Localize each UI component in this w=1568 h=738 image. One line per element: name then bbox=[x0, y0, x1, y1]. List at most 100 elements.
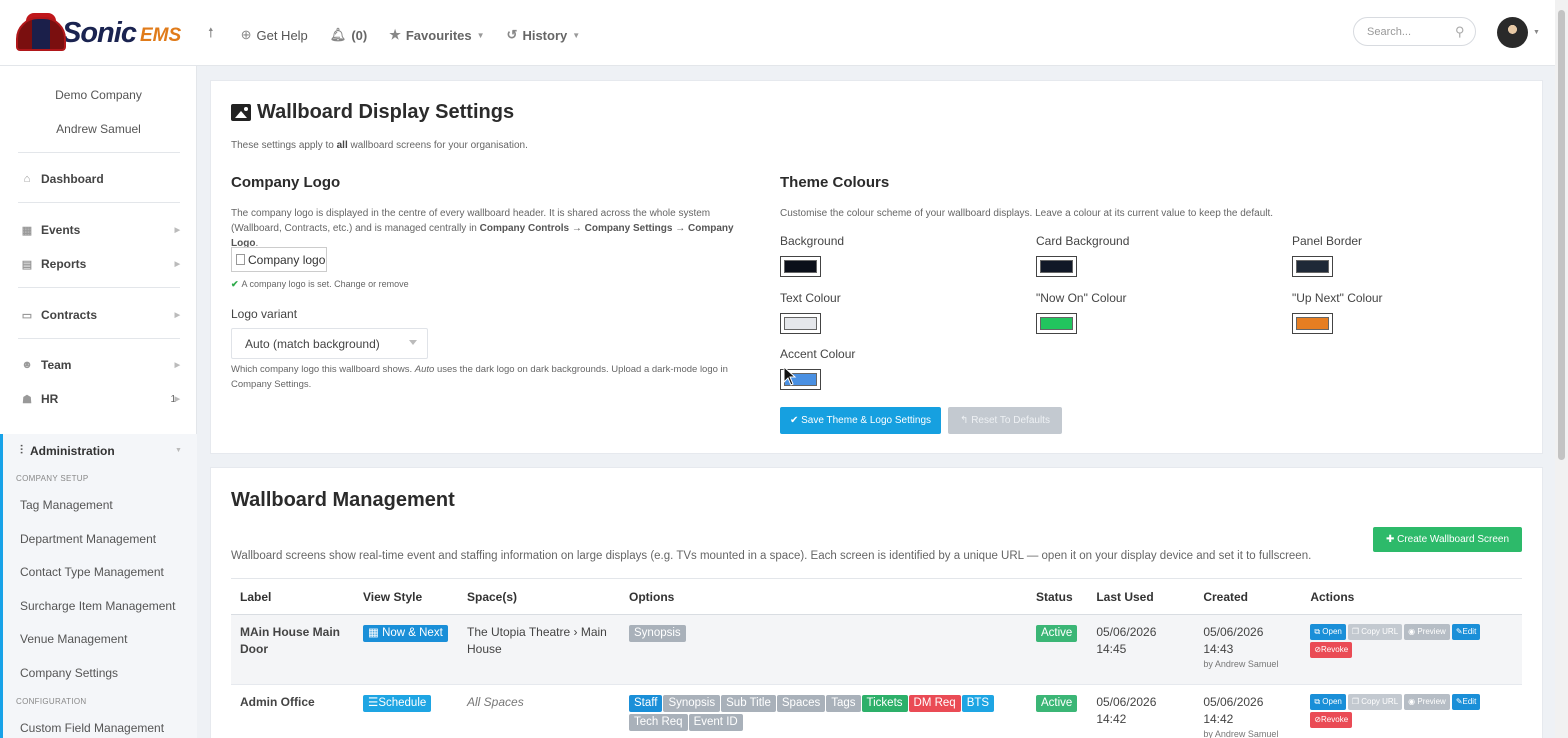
logo-suffix: EMS bbox=[139, 25, 182, 46]
logo-text: Sonic bbox=[62, 16, 137, 49]
row-actions: ⧉ Open ❐ Copy URL ◉ Preview ✎Edit ⊘Revok… bbox=[1301, 614, 1522, 685]
row-spaces: The Utopia Theatre › Main House bbox=[458, 614, 620, 685]
search-input[interactable] bbox=[1367, 25, 1455, 38]
column-header-status[interactable]: Status bbox=[1027, 578, 1088, 615]
page-scrollbar[interactable] bbox=[1555, 0, 1568, 738]
sidebar-item-contracts[interactable]: ▭ Contracts ▶ bbox=[20, 308, 180, 322]
row-view-style: ☰Schedule bbox=[354, 685, 458, 738]
panel-border-colour-label: Panel Border bbox=[1292, 234, 1363, 248]
now-on-colour-picker[interactable] bbox=[1036, 313, 1077, 334]
sidebar-item-tag-management[interactable]: Tag Management bbox=[20, 498, 113, 512]
theme-colours-description: Customise the colour scheme of your wall… bbox=[780, 208, 1274, 219]
row-status: Active bbox=[1027, 685, 1087, 738]
preview-button[interactable]: ◉ Preview bbox=[1404, 624, 1450, 640]
sidebar-item-department-management[interactable]: Department Management bbox=[20, 532, 156, 546]
sidebar-item-events[interactable]: ▦ Events ▶ bbox=[20, 223, 180, 237]
edit-button[interactable]: ✎Edit bbox=[1451, 624, 1481, 640]
theatre-curtain-logo-icon bbox=[14, 13, 68, 53]
option-tag: DM Req bbox=[908, 695, 961, 712]
sidebar-item-reports[interactable]: ▤ Reports ▶ bbox=[20, 257, 180, 271]
text-colour-label: Text Colour bbox=[780, 291, 841, 305]
broken-image-icon bbox=[236, 254, 245, 265]
sonic-ems-logo[interactable]: Sonic EMS bbox=[14, 12, 186, 54]
copy-url-button[interactable]: ❐ Copy URL bbox=[1347, 624, 1403, 640]
up-next-colour-label: "Up Next" Colour bbox=[1292, 291, 1383, 305]
eye-icon: ◉ bbox=[1408, 697, 1418, 706]
chevron-down-icon[interactable]: ▼ bbox=[175, 447, 182, 454]
search-box[interactable]: ⚲ bbox=[1353, 17, 1476, 46]
sidebar-item-team[interactable]: ☻ Team ▶ bbox=[20, 358, 180, 372]
edit-button[interactable]: ✎Edit bbox=[1451, 694, 1481, 710]
option-tag: Spaces bbox=[776, 695, 826, 712]
option-tag: Event ID bbox=[688, 714, 743, 731]
background-colour-picker[interactable] bbox=[780, 256, 821, 277]
revoke-button[interactable]: ⊘Revoke bbox=[1310, 642, 1353, 658]
chevron-down-icon[interactable]: ▼ bbox=[1533, 29, 1540, 36]
sidebar-company-name[interactable]: Demo Company bbox=[0, 88, 197, 102]
logo-status[interactable]: ✔ A company logo is set. Change or remove bbox=[231, 279, 409, 290]
text-colour-picker[interactable] bbox=[780, 313, 821, 334]
row-actions: ⧉ Open ❐ Copy URL ◉ Preview ✎Edit ⊘Revok… bbox=[1301, 685, 1522, 738]
view-style-badge: ☰Schedule bbox=[363, 695, 432, 712]
top-bar: Sonic EMS 🠕 ⊕ Get Help 🔔︎ (0) ★ Favourites ▼… bbox=[0, 0, 1568, 66]
sidebar-item-venue-management[interactable]: Venue Management bbox=[20, 632, 127, 646]
row-status: Active bbox=[1027, 614, 1088, 685]
notifications-button[interactable]: 🔔︎ (0) bbox=[330, 27, 367, 43]
preview-button[interactable]: ◉ Preview bbox=[1404, 694, 1450, 710]
reset-to-defaults-button[interactable]: ↰ Reset To Defaults bbox=[948, 407, 1062, 434]
option-tag: Synopsis bbox=[663, 695, 721, 712]
arrow-up-icon: 🠕 bbox=[208, 25, 214, 40]
wallboard-table: Label View Style Space(s) Options Status… bbox=[231, 578, 1522, 738]
calendar-icon: ▦ bbox=[21, 224, 33, 237]
copy-url-button[interactable]: ❐ Copy URL bbox=[1347, 694, 1403, 710]
column-header-last-used[interactable]: Last Used bbox=[1087, 578, 1195, 615]
sidebar-item-company-settings[interactable]: Company Settings bbox=[20, 666, 118, 680]
create-wallboard-screen-button[interactable]: ✚ Create Wallboard Screen bbox=[1373, 527, 1522, 552]
wallboard-display-settings-panel: Wallboard Display Settings These setting… bbox=[210, 80, 1543, 454]
sidebar-item-custom-field-management[interactable]: Custom Field Management bbox=[20, 721, 164, 735]
open-button[interactable]: ⧉ Open bbox=[1310, 624, 1346, 640]
logo-variant-select[interactable]: Auto (match background) bbox=[231, 328, 428, 359]
up-next-colour-picker[interactable] bbox=[1292, 313, 1333, 334]
revoke-button[interactable]: ⊘Revoke bbox=[1310, 712, 1353, 728]
mouse-cursor-icon bbox=[783, 366, 797, 386]
chevron-down-icon: ▼ bbox=[572, 30, 581, 40]
row-view-style: ▦ Now & Next bbox=[354, 614, 458, 685]
history-menu[interactable]: ↺ History ▼ bbox=[507, 27, 581, 43]
top-nav: 🠕 ⊕ Get Help 🔔︎ (0) ★ Favourites ▼ ↺ History ▼ bbox=[208, 24, 602, 46]
column-header-actions[interactable]: Actions bbox=[1301, 578, 1522, 615]
back-to-top-button[interactable]: 🠕 bbox=[208, 24, 219, 46]
favourites-menu[interactable]: ★ Favourites ▼ bbox=[389, 27, 484, 43]
wallboard-management-panel: Wallboard Management ✚ Create Wallboard … bbox=[210, 467, 1543, 738]
sidebar-user-name[interactable]: Andrew Samuel bbox=[0, 122, 197, 136]
logo-variant-label: Logo variant bbox=[231, 307, 298, 321]
user-avatar[interactable] bbox=[1497, 17, 1528, 48]
option-tag: BTS bbox=[961, 695, 995, 712]
column-header-label[interactable]: Label bbox=[231, 578, 354, 615]
check-icon: ✔ bbox=[231, 279, 239, 289]
search-icon[interactable]: ⚲ bbox=[1455, 24, 1465, 40]
help-icon: ⊕ bbox=[240, 27, 252, 42]
sidebar-item-administration[interactable]: ⫶ Administration bbox=[20, 443, 115, 458]
card-background-colour-picker[interactable] bbox=[1036, 256, 1077, 277]
open-button[interactable]: ⧉ Open bbox=[1310, 694, 1346, 710]
save-theme-logo-button[interactable]: ✔ Save Theme & Logo Settings bbox=[780, 407, 941, 434]
check-icon: ✔ bbox=[789, 415, 802, 426]
column-header-created[interactable]: Created bbox=[1194, 578, 1302, 615]
panel-border-colour-picker[interactable] bbox=[1292, 256, 1333, 277]
bell-icon: 🔔︎ bbox=[329, 27, 347, 42]
sidebar-item-dashboard[interactable]: ⌂ Dashboard bbox=[20, 172, 180, 186]
column-header-spaces[interactable]: Space(s) bbox=[458, 578, 620, 615]
row-last-used: 05/06/2026 14:45 bbox=[1087, 614, 1195, 685]
history-icon: ↺ bbox=[506, 27, 518, 42]
sidebar-item-surcharge-item-management[interactable]: Surcharge Item Management bbox=[20, 599, 175, 613]
column-header-view-style[interactable]: View Style bbox=[354, 578, 458, 615]
plus-icon: ✚ bbox=[1385, 534, 1398, 545]
eye-icon: ◉ bbox=[1408, 627, 1418, 636]
get-help-link[interactable]: ⊕ Get Help bbox=[241, 27, 308, 43]
contract-icon: ▭ bbox=[21, 309, 33, 322]
sidebar-item-contact-type-management[interactable]: Contact Type Management bbox=[20, 565, 164, 579]
column-header-options[interactable]: Options bbox=[620, 578, 1027, 615]
sidebar-item-hr[interactable]: ☗ HR 1 ▶ bbox=[20, 392, 180, 406]
scrollbar-thumb[interactable] bbox=[1558, 10, 1565, 460]
